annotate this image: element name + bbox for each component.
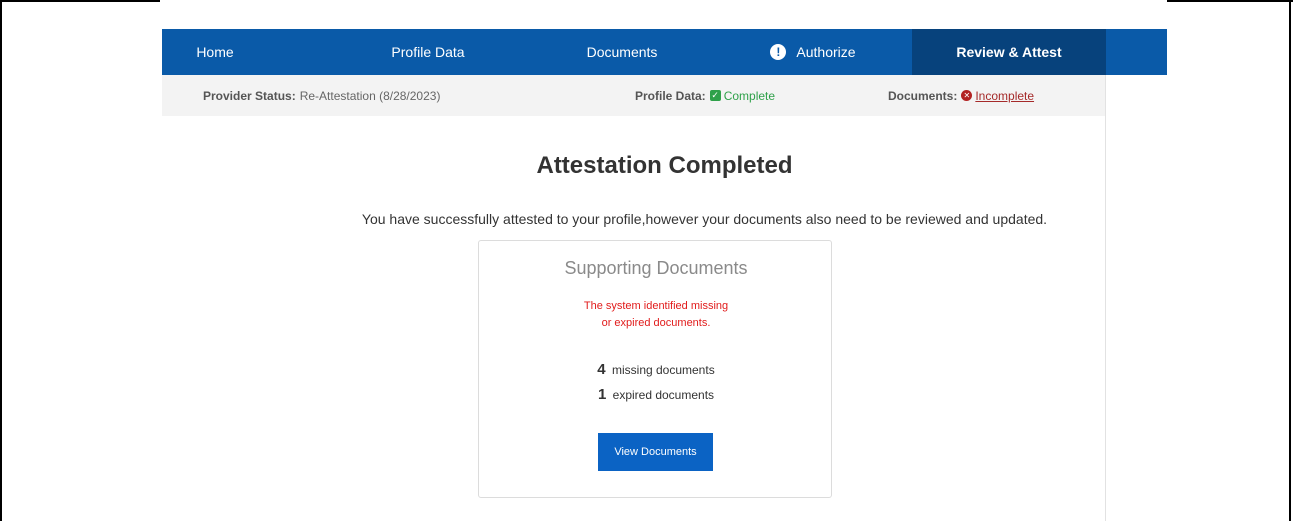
frame-border-left bbox=[0, 0, 2, 521]
warning-line-2: or expired documents. bbox=[601, 317, 711, 329]
nav-tab-profile-data[interactable]: Profile Data bbox=[358, 29, 498, 75]
expired-count-label: expired documents bbox=[612, 388, 715, 402]
nav-tab-authorize-label: Authorize bbox=[796, 44, 856, 60]
nav-tab-home-label: Home bbox=[196, 44, 234, 60]
profile-data-status: Profile Data: ✓ Complete bbox=[635, 75, 775, 116]
nav-tab-documents[interactable]: Documents bbox=[552, 29, 692, 75]
exclamation-circle-icon: ! bbox=[770, 44, 787, 60]
profile-data-status-label: Profile Data: bbox=[635, 88, 706, 103]
status-bar: Provider Status: Re-Attestation (8/28/20… bbox=[162, 75, 1105, 116]
missing-documents-warning: The system identified missing or expired… bbox=[479, 298, 833, 332]
provider-status-label: Provider Status: bbox=[203, 88, 296, 103]
frame-border-right bbox=[1289, 0, 1291, 521]
nav-tab-authorize[interactable]: ! Authorize bbox=[748, 29, 878, 75]
warning-line-1: The system identified missing bbox=[583, 300, 729, 312]
page-title: Attestation Completed bbox=[536, 152, 793, 179]
frame-border-top-right bbox=[1167, 0, 1293, 2]
view-documents-button[interactable]: View Documents bbox=[598, 433, 713, 471]
missing-count-number: 4 bbox=[597, 361, 606, 378]
provider-status: Provider Status: Re-Attestation (8/28/20… bbox=[203, 75, 440, 116]
nav-tab-home[interactable]: Home bbox=[162, 29, 268, 75]
documents-incomplete-link[interactable]: Incomplete bbox=[975, 89, 1034, 103]
missing-count-label: missing documents bbox=[611, 363, 715, 377]
nav-tab-documents-label: Documents bbox=[586, 44, 658, 60]
provider-status-value: Re-Attestation (8/28/2023) bbox=[299, 88, 441, 103]
expired-documents-count: 1 expired documents bbox=[479, 386, 833, 403]
documents-status-label: Documents: bbox=[888, 88, 958, 103]
nav-tab-profile-data-label: Profile Data bbox=[391, 44, 465, 60]
x-circle-icon: ✕ bbox=[961, 90, 973, 101]
top-navigation: Home Profile Data Documents ! Authorize … bbox=[162, 29, 1167, 75]
profile-data-status-value: Complete bbox=[723, 88, 776, 103]
nav-tab-review-attest[interactable]: Review & Attest bbox=[912, 29, 1106, 75]
attestation-message: You have successfully attested to your p… bbox=[361, 211, 1048, 227]
missing-documents-count: 4 missing documents bbox=[479, 361, 833, 378]
check-icon: ✓ bbox=[709, 90, 721, 101]
card-title: Supporting Documents bbox=[564, 258, 748, 278]
expired-count-number: 1 bbox=[597, 386, 607, 403]
supporting-documents-card: Supporting Documents The system identifi… bbox=[478, 240, 832, 498]
frame-border-top-left bbox=[0, 0, 160, 2]
documents-status: Documents: ✕ Incomplete bbox=[888, 75, 1034, 116]
nav-tab-review-attest-label: Review & Attest bbox=[956, 44, 1062, 60]
